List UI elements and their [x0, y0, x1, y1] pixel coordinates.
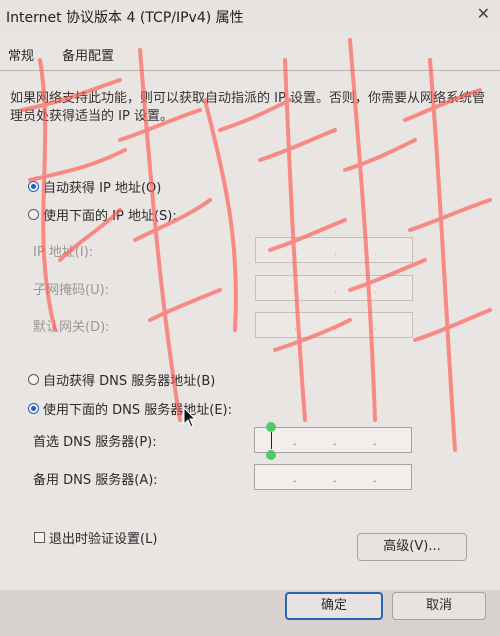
validate-on-exit-label: 退出时验证设置(L) — [49, 532, 158, 547]
radio-manual-ip-label: 使用下面的 IP 地址(S): — [43, 209, 177, 224]
ip-dot: . — [334, 320, 338, 333]
ip-dot: . — [334, 283, 338, 296]
tab-general[interactable]: 常规 — [6, 48, 36, 66]
tab-alternate-config[interactable]: 备用配置 — [60, 48, 116, 66]
subnet-mask-label: 子网掩码(U): — [33, 283, 110, 298]
preferred-dns-label: 首选 DNS 服务器(P): — [33, 435, 157, 450]
radio-manual-ip[interactable]: 使用下面的 IP 地址(S): — [28, 205, 177, 224]
ip-dot: . — [294, 283, 298, 296]
description-text: 如果网络支持此功能，则可以获取自动指派的 IP 设置。否则，你需要从网络系统管理… — [10, 91, 485, 124]
text-caret — [271, 432, 272, 449]
title-bar: Internet 协议版本 4 (TCP/IPv4) 属性 ✕ — [0, 0, 500, 31]
selection-handle-bottom[interactable] — [266, 450, 276, 460]
default-gateway-field: . . . — [255, 312, 413, 338]
subnet-mask-field: . . . — [255, 275, 413, 301]
ip-dot: . — [333, 472, 337, 485]
ip-dot: . — [374, 245, 378, 258]
preferred-dns-field[interactable]: . . . — [254, 422, 412, 460]
validate-on-exit-checkbox[interactable]: 退出时验证设置(L) — [34, 528, 157, 547]
ip-dot: . — [333, 435, 337, 448]
ip-address-label: IP 地址(I): — [33, 245, 94, 260]
radio-manual-dns[interactable]: 使用下面的 DNS 服务器地址(E): — [28, 399, 232, 418]
radio-auto-ip-indicator[interactable] — [28, 181, 39, 192]
radio-auto-dns-indicator[interactable] — [28, 374, 39, 385]
ip-dot: . — [374, 320, 378, 333]
radio-manual-ip-indicator[interactable] — [28, 209, 39, 220]
radio-auto-dns-label: 自动获得 DNS 服务器地址(B) — [43, 374, 216, 389]
radio-manual-dns-label: 使用下面的 DNS 服务器地址(E): — [43, 403, 232, 418]
alternate-dns-field[interactable]: . . . — [254, 464, 412, 490]
selection-handle-top[interactable] — [266, 422, 276, 432]
ip-dot: . — [374, 283, 378, 296]
ip-dot: . — [294, 245, 298, 258]
window-title: Internet 协议版本 4 (TCP/IPv4) 属性 — [6, 10, 244, 26]
validate-on-exit-box[interactable] — [34, 532, 45, 543]
tab-divider — [0, 70, 500, 71]
ip-address-field: . . . — [255, 237, 413, 263]
radio-auto-dns[interactable]: 自动获得 DNS 服务器地址(B) — [28, 370, 215, 389]
default-gateway-label: 默认网关(D): — [33, 320, 110, 335]
ip-dot: . — [373, 472, 377, 485]
close-icon[interactable]: ✕ — [477, 4, 490, 23]
ip-dot: . — [293, 472, 297, 485]
radio-auto-ip[interactable]: 自动获得 IP 地址(O) — [28, 177, 161, 196]
ip-dot: . — [294, 320, 298, 333]
radio-auto-ip-label: 自动获得 IP 地址(O) — [43, 181, 162, 196]
radio-manual-dns-indicator[interactable] — [28, 403, 39, 414]
ip-dot: . — [334, 245, 338, 258]
ip-dot: . — [293, 435, 297, 448]
ip-dot: . — [373, 435, 377, 448]
cancel-button[interactable]: 取消 — [392, 592, 486, 620]
ok-button[interactable]: 确定 — [285, 592, 383, 620]
advanced-button[interactable]: 高级(V)... — [357, 533, 467, 561]
mouse-pointer-icon — [183, 407, 197, 428]
alternate-dns-label: 备用 DNS 服务器(A): — [33, 473, 158, 488]
